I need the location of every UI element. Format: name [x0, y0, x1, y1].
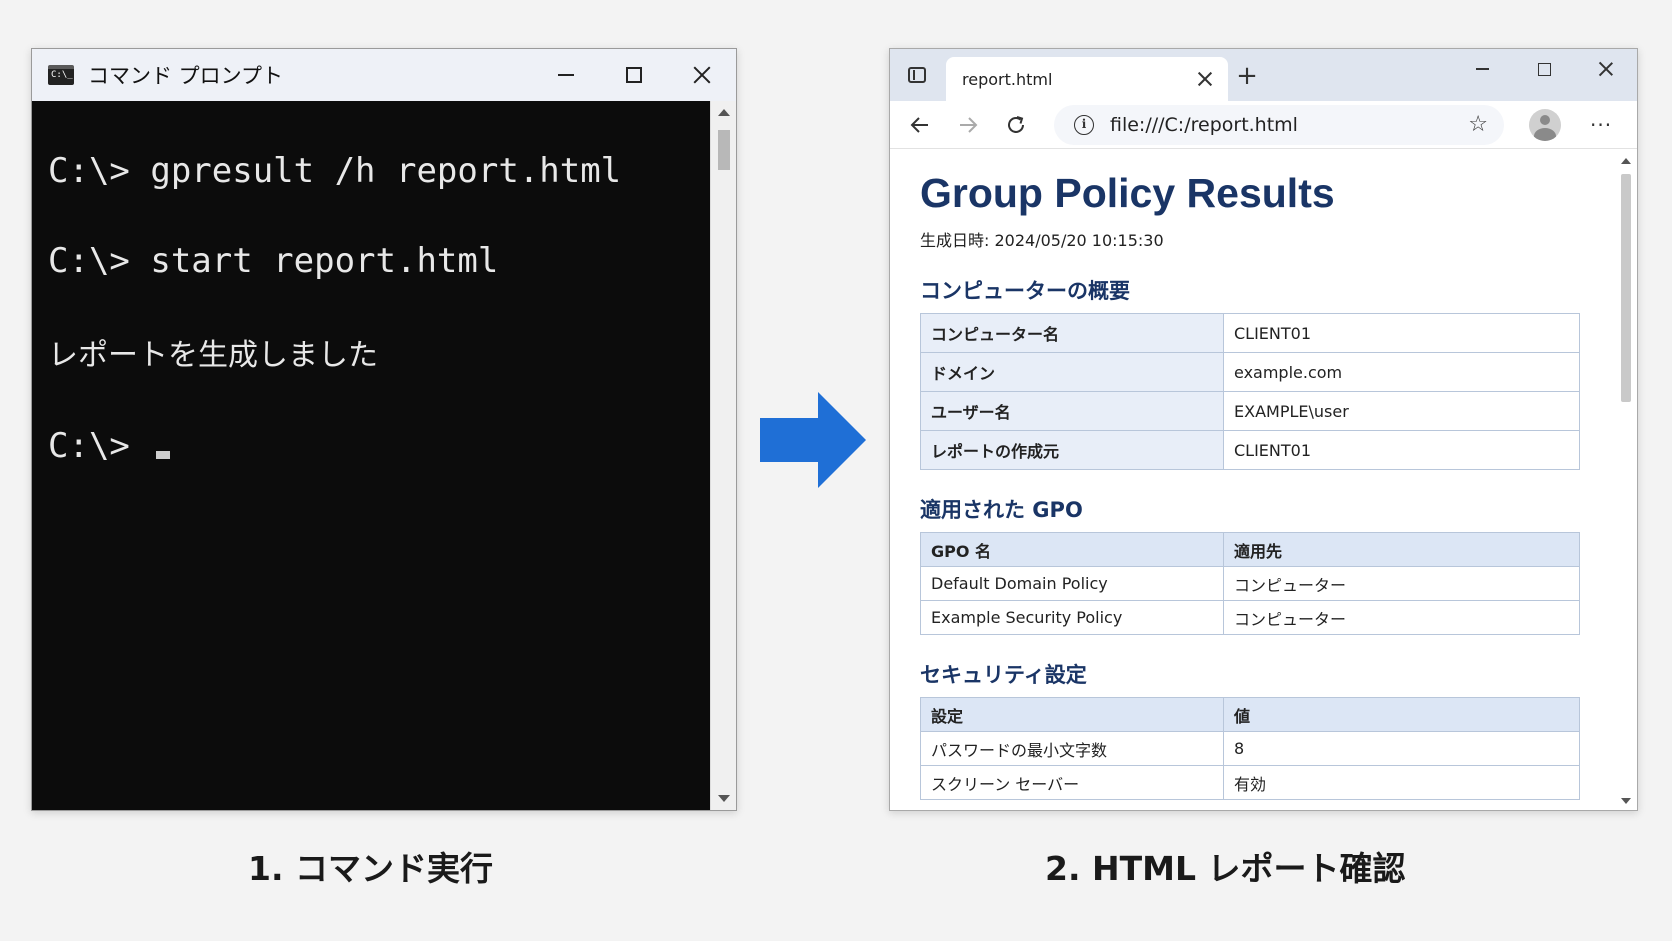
- column-header: GPO 名: [920, 532, 1224, 567]
- cmd-line-message: レポートを生成しました: [48, 338, 378, 373]
- cmd-window-title: コマンド プロンプト: [88, 64, 284, 88]
- scroll-up-icon[interactable]: [1621, 158, 1631, 164]
- table-row: ドメイン example.com: [920, 352, 1580, 392]
- cmd-minimize-button[interactable]: [532, 49, 600, 101]
- summary-value: CLIENT01: [1223, 430, 1580, 470]
- browser-tabbar: report.html +: [890, 49, 1637, 101]
- caption-step-1: 1. コマンド実行: [248, 849, 493, 888]
- cmd-line-start: C:\> start report.html: [48, 241, 499, 281]
- generated-timestamp: 生成日時: 2024/05/20 10:15:30: [920, 231, 1164, 250]
- back-arrow-icon: [910, 117, 928, 133]
- setting-name-cell: スクリーン セーバー: [920, 765, 1224, 800]
- summary-key: ドメイン: [920, 352, 1224, 392]
- reload-icon: [1008, 116, 1024, 133]
- table-row: パスワードの最小文字数 8: [920, 731, 1580, 766]
- page-title: Group Policy Results: [920, 170, 1335, 216]
- table-header-row: 設定値: [920, 697, 1580, 732]
- setting-value-cell: 8: [1223, 731, 1580, 766]
- browser-maximize-button[interactable]: [1513, 49, 1575, 89]
- address-text: file:///C:/report.html: [1110, 114, 1298, 136]
- cmd-console-output[interactable]: C:\> gpresult /h report.html C:\> start …: [32, 101, 710, 810]
- column-header: 設定: [920, 697, 1224, 732]
- scroll-up-icon[interactable]: [718, 109, 730, 116]
- gpo-target-cell: コンピューター: [1223, 600, 1580, 635]
- security-table: 設定値 パスワードの最小文字数 8 スクリーン セーバー 有効: [920, 697, 1580, 800]
- page-scrollbar[interactable]: [1615, 150, 1637, 810]
- summary-value: EXAMPLE\user: [1223, 391, 1580, 431]
- table-row: Example Security Policy コンピューター: [920, 600, 1580, 635]
- more-menu-button[interactable]: ···: [1590, 113, 1612, 137]
- cmd-line-gpresult: C:\> gpresult /h report.html: [48, 151, 622, 191]
- scroll-thumb[interactable]: [718, 130, 730, 170]
- address-bar[interactable]: i file:///C:/report.html ☆: [1054, 105, 1504, 145]
- table-row: コンピューター名 CLIENT01: [920, 313, 1580, 353]
- summary-key: レポートの作成元: [920, 430, 1224, 470]
- browser-close-button[interactable]: [1575, 49, 1637, 89]
- favorite-star-icon[interactable]: ☆: [1468, 112, 1488, 137]
- cmd-maximize-button[interactable]: [600, 49, 668, 101]
- summary-table: コンピューター名 CLIENT01 ドメイン example.com ユーザー名 EX…: [920, 313, 1580, 470]
- tab-close-icon[interactable]: [1198, 72, 1212, 86]
- tab-actions-icon[interactable]: [908, 67, 926, 83]
- command-prompt-window: C:\_ コマンド プロンプト C:\> gpresult /h report.…: [31, 48, 737, 811]
- tab-report[interactable]: report.html: [946, 57, 1228, 101]
- browser-toolbar: i file:///C:/report.html ☆ ···: [890, 101, 1637, 149]
- close-icon: [1598, 61, 1614, 77]
- back-button[interactable]: [906, 111, 934, 139]
- site-info-icon[interactable]: i: [1074, 115, 1094, 135]
- scroll-down-icon[interactable]: [718, 795, 730, 802]
- gpo-name-cell: Default Domain Policy: [920, 566, 1224, 601]
- gpo-name-cell: Example Security Policy: [920, 600, 1224, 635]
- summary-key: ユーザー名: [920, 391, 1224, 431]
- section-title-summary: コンピューターの概要: [920, 279, 1130, 303]
- table-row: Default Domain Policy コンピューター: [920, 566, 1580, 601]
- cmd-close-button[interactable]: [668, 49, 736, 101]
- summary-value: CLIENT01: [1223, 313, 1580, 353]
- section-title-security: セキュリティ設定: [920, 663, 1087, 687]
- column-header: 適用先: [1223, 532, 1580, 567]
- setting-name-cell: パスワードの最小文字数: [920, 731, 1224, 766]
- cmd-prompt-line: C:\>: [48, 426, 171, 466]
- cursor: [156, 451, 171, 459]
- column-header: 値: [1223, 697, 1580, 732]
- cmd-scrollbar[interactable]: [710, 101, 736, 810]
- forward-arrow-icon: [960, 117, 978, 133]
- close-icon: [692, 65, 712, 85]
- table-row: ユーザー名 EXAMPLE\user: [920, 391, 1580, 431]
- browser-minimize-button[interactable]: [1451, 49, 1513, 89]
- maximize-icon: [1537, 62, 1551, 76]
- cmd-titlebar[interactable]: C:\_ コマンド プロンプト: [32, 49, 736, 101]
- cmd-app-icon: C:\_: [48, 65, 74, 85]
- table-header-row: GPO 名適用先: [920, 532, 1580, 567]
- setting-value-cell: 有効: [1223, 765, 1580, 800]
- forward-button[interactable]: [954, 111, 982, 139]
- table-row: スクリーン セーバー 有効: [920, 765, 1580, 800]
- summary-value: example.com: [1223, 352, 1580, 392]
- profile-avatar[interactable]: [1529, 109, 1561, 141]
- cmd-prompt: C:\>: [48, 426, 151, 466]
- scroll-thumb[interactable]: [1621, 174, 1631, 402]
- new-tab-button[interactable]: +: [1232, 61, 1262, 91]
- caption-step-2: 2. HTML レポート確認: [1045, 849, 1406, 888]
- maximize-icon: [626, 67, 642, 83]
- section-title-gpo: 適用された GPO: [920, 498, 1083, 522]
- tab-title: report.html: [962, 69, 1053, 89]
- scroll-down-icon[interactable]: [1621, 798, 1631, 804]
- gpo-target-cell: コンピューター: [1223, 566, 1580, 601]
- minimize-icon: [1475, 68, 1489, 70]
- summary-key: コンピューター名: [920, 313, 1224, 353]
- report-page: Group Policy Results 生成日時: 2024/05/20 10…: [890, 150, 1615, 810]
- browser-window: report.html + i file:///C:/report.html ☆…: [889, 48, 1638, 811]
- table-row: レポートの作成元 CLIENT01: [920, 430, 1580, 470]
- reload-button[interactable]: [1002, 111, 1030, 139]
- gpo-table: GPO 名適用先 Default Domain Policy コンピューター Ex…: [920, 532, 1580, 635]
- right-arrow-icon: [760, 392, 866, 488]
- minimize-icon: [558, 74, 574, 76]
